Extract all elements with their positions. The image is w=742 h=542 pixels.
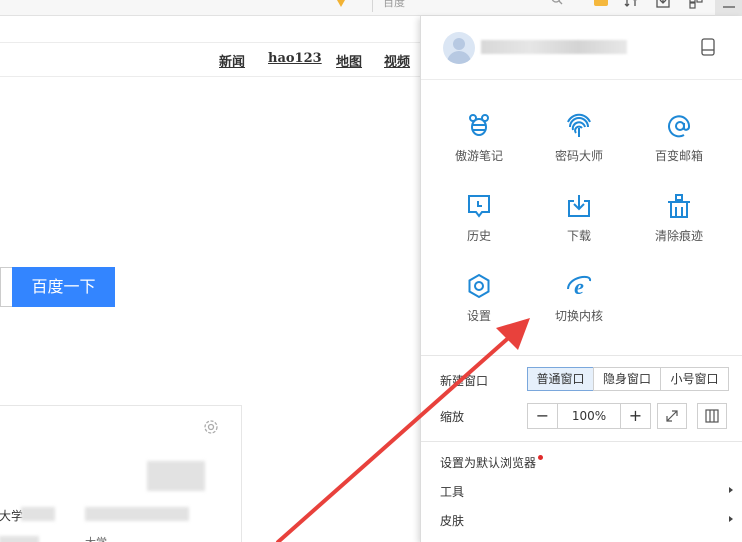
main-menu-button[interactable] — [715, 0, 742, 16]
card-settings-icon[interactable] — [202, 418, 220, 436]
tools-menu-item[interactable]: 工具 — [440, 483, 464, 500]
avatar-head — [453, 38, 465, 50]
tool-switch-core[interactable]: e 切换内核 — [534, 273, 624, 333]
search-icon[interactable] — [550, 0, 564, 6]
blurred-text — [0, 536, 39, 542]
username-redacted — [481, 40, 627, 54]
blurred-text — [85, 507, 189, 521]
browser-toolbar: 百度 — [0, 0, 742, 16]
normal-window-button[interactable]: 普通窗口 — [527, 367, 594, 391]
tool-switch-core-label: 切换内核 — [554, 309, 603, 323]
tool-notes[interactable]: 傲游笔记 — [434, 113, 524, 173]
tool-password-label: 密码大师 — [554, 149, 603, 163]
skin-menu-item[interactable]: 皮肤 — [440, 512, 464, 529]
tool-history-label: 历史 — [466, 229, 491, 243]
hamburger-icon — [723, 6, 735, 8]
at-mail-icon — [668, 115, 691, 138]
fingerprint-icon — [567, 113, 591, 137]
tool-settings-label: 设置 — [466, 309, 491, 323]
tool-download-label: 下载 — [566, 229, 591, 243]
new-window-label: 新建窗口 — [440, 374, 489, 388]
submenu-arrow-icon — [729, 516, 733, 522]
zoom-out-button[interactable]: − — [528, 404, 558, 428]
card-text-1[interactable]: 大学 — [0, 507, 23, 524]
submenu-arrow-icon — [729, 487, 733, 493]
mobile-device-icon[interactable] — [701, 38, 715, 56]
history-icon — [468, 195, 490, 218]
set-default-browser-item[interactable]: 设置为默认浏览器 — [440, 454, 544, 471]
avatar-body — [447, 51, 471, 64]
card-text-2[interactable]: 大学… — [85, 534, 118, 542]
mail-notify-icon[interactable] — [593, 0, 609, 10]
notification-dot — [538, 455, 544, 460]
tools-menu-label: 工具 — [440, 485, 465, 499]
fullscreen-button[interactable] — [657, 403, 687, 429]
tool-download[interactable]: 下载 — [534, 193, 624, 253]
columns-icon — [705, 409, 719, 423]
download-toolbar-icon[interactable] — [655, 0, 671, 10]
nav-link-news[interactable]: 新闻 — [219, 51, 245, 70]
menu-divider — [421, 355, 742, 356]
extensions-icon[interactable] — [688, 0, 704, 10]
ie-core-icon: e — [567, 274, 591, 299]
nav-link-video[interactable]: 视频 — [384, 51, 410, 70]
tool-mailbox[interactable]: 百变邮箱 — [634, 113, 724, 173]
tool-clear-traces[interactable]: 清除痕迹 — [634, 193, 724, 253]
download-icon — [568, 195, 590, 217]
tool-mailbox-label: 百变邮箱 — [654, 149, 703, 163]
zoom-control: − 100% + — [527, 403, 651, 429]
avatar[interactable] — [443, 32, 475, 64]
skin-menu-label: 皮肤 — [440, 514, 465, 528]
tool-password-master[interactable]: 密码大师 — [534, 113, 624, 173]
expand-icon — [666, 410, 678, 422]
zoom-value: 100% — [571, 409, 607, 423]
blurred-text — [21, 507, 55, 521]
alt-account-window-button[interactable]: 小号窗口 — [660, 367, 729, 391]
split-view-button[interactable] — [697, 403, 727, 429]
baidu-search-input[interactable] — [0, 267, 12, 307]
baidu-search-button[interactable]: 百度一下 — [12, 267, 115, 307]
tool-history[interactable]: 历史 — [434, 193, 524, 253]
menu-divider — [421, 441, 742, 442]
user-account-row[interactable] — [421, 16, 742, 80]
nav-link-map[interactable]: 地图 — [336, 51, 362, 70]
page-divider — [0, 42, 420, 43]
nav-divider — [0, 76, 420, 77]
toolbar-search-box[interactable]: 百度 — [372, 0, 570, 12]
set-default-browser-label: 设置为默认浏览器 — [440, 456, 537, 470]
blurred-image — [147, 461, 205, 491]
tool-notes-label: 傲游笔记 — [454, 149, 503, 163]
tool-settings[interactable]: 设置 — [434, 273, 524, 333]
zoom-label: 缩放 — [440, 410, 465, 424]
zoom-in-button[interactable]: + — [620, 404, 650, 428]
incognito-window-button[interactable]: 隐身窗口 — [593, 367, 661, 391]
sync-icon[interactable] — [624, 0, 640, 10]
security-shield-icon[interactable] — [336, 0, 346, 8]
toolbar-search-placeholder: 百度 — [383, 0, 405, 9]
settings-icon — [468, 273, 490, 299]
clear-traces-icon — [668, 194, 690, 218]
bee-icon — [469, 114, 489, 136]
tool-clear-label: 清除痕迹 — [654, 229, 703, 243]
news-card: 大学 大学… — [0, 405, 242, 542]
nav-link-hao123[interactable]: hao123 — [268, 51, 322, 66]
